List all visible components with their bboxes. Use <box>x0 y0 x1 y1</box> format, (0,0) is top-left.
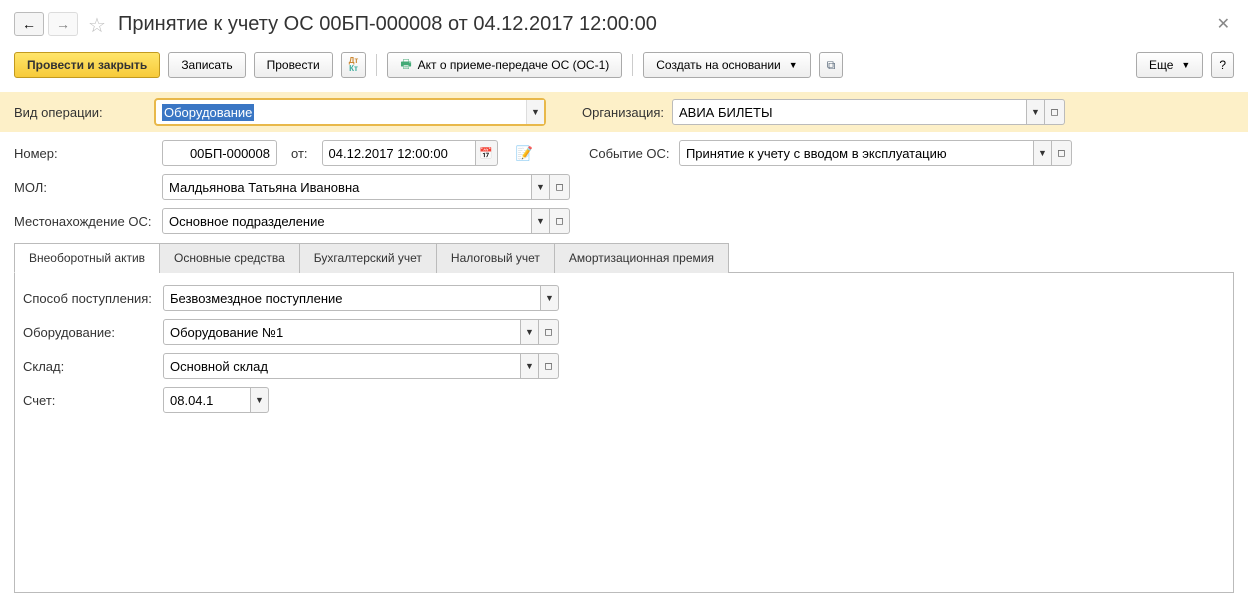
post-and-close-button[interactable]: Провести и закрыть <box>14 52 160 78</box>
dropdown-icon[interactable]: ▼ <box>532 174 550 200</box>
event-input[interactable] <box>679 140 1034 166</box>
warehouse-label: Склад: <box>23 359 155 374</box>
receipt-method-row: Способ поступления: ▼ <box>23 285 1225 311</box>
equipment-input[interactable] <box>163 319 521 345</box>
help-button[interactable]: ? <box>1211 52 1234 78</box>
location-label: Местонахождение ОС: <box>14 214 154 229</box>
open-icon[interactable]: ◻ <box>539 319 559 345</box>
nav-forward-button[interactable]: → <box>48 12 78 36</box>
org-input[interactable] <box>672 99 1027 125</box>
mol-label: МОЛ: <box>14 180 154 195</box>
number-field <box>162 140 277 166</box>
tab-fixed-assets[interactable]: Основные средства <box>159 243 300 273</box>
number-date-row: Номер: от: 📅 📝 Событие ОС: ▼ ◻ <box>14 140 1234 166</box>
open-icon[interactable]: ◻ <box>550 174 570 200</box>
warehouse-field: ▼ ◻ <box>163 353 559 379</box>
operation-type-label: Вид операции: <box>14 105 154 120</box>
chevron-down-icon: ▼ <box>789 60 798 70</box>
tab-noncurrent-asset[interactable]: Внеоборотный актив <box>14 243 160 273</box>
open-icon[interactable]: ◻ <box>550 208 570 234</box>
post-button[interactable]: Провести <box>254 52 333 78</box>
tab-depreciation-bonus[interactable]: Амортизационная премия <box>554 243 729 273</box>
account-row: Счет: ▼ <box>23 387 1225 413</box>
save-button[interactable]: Записать <box>168 52 245 78</box>
dropdown-icon[interactable]: ▼ <box>532 208 550 234</box>
operation-type-row: Вид операции: Оборудование ▼ Организация… <box>0 92 1248 132</box>
mol-input[interactable] <box>162 174 532 200</box>
tab-strip: Внеоборотный актив Основные средства Бух… <box>14 242 1234 273</box>
mol-row: МОЛ: ▼ ◻ <box>14 174 1234 200</box>
from-label: от: <box>291 146 308 161</box>
account-input[interactable] <box>163 387 251 413</box>
structure-icon: ⧉ <box>827 58 836 73</box>
event-field: ▼ ◻ <box>679 140 1072 166</box>
chevron-down-icon: ▼ <box>1181 60 1190 70</box>
date-field: 📅 <box>322 140 498 166</box>
account-field: ▼ <box>163 387 269 413</box>
dropdown-icon[interactable]: ▼ <box>1027 99 1045 125</box>
nav-back-button[interactable]: ← <box>14 12 44 36</box>
open-icon[interactable]: ◻ <box>539 353 559 379</box>
more-button[interactable]: Еще ▼ <box>1136 52 1203 78</box>
tab-tax[interactable]: Налоговый учет <box>436 243 555 273</box>
receipt-method-field: ▼ <box>163 285 559 311</box>
dropdown-icon[interactable]: ▼ <box>1034 140 1052 166</box>
event-label: Событие ОС: <box>589 146 671 161</box>
open-icon[interactable]: ◻ <box>1045 99 1065 125</box>
location-row: Местонахождение ОС: ▼ ◻ <box>14 208 1234 234</box>
favorite-star-icon[interactable]: ☆ <box>88 13 110 35</box>
receipt-method-input[interactable] <box>163 285 541 311</box>
tab-accounting[interactable]: Бухгалтерский учет <box>299 243 437 273</box>
print-act-button[interactable]: 🖶 Акт о приеме-передаче ОС (ОС-1) <box>387 52 622 78</box>
location-field: ▼ ◻ <box>162 208 570 234</box>
dropdown-icon[interactable]: ▼ <box>541 285 559 311</box>
create-based-on-button[interactable]: Создать на основании ▼ <box>643 52 810 78</box>
date-input[interactable] <box>322 140 476 166</box>
org-label: Организация: <box>582 105 664 120</box>
toolbar: Провести и закрыть Записать Провести ДтК… <box>0 46 1248 92</box>
dropdown-icon[interactable]: ▼ <box>521 353 539 379</box>
more-label: Еще <box>1149 58 1173 72</box>
close-icon[interactable]: ✕ <box>1213 10 1234 38</box>
dropdown-icon[interactable]: ▼ <box>526 100 544 124</box>
warehouse-input[interactable] <box>163 353 521 379</box>
location-input[interactable] <box>162 208 532 234</box>
operation-type-field: Оборудование ▼ <box>154 98 546 126</box>
org-field: ▼ ◻ <box>672 99 1065 125</box>
equipment-row: Оборудование: ▼ ◻ <box>23 319 1225 345</box>
separator <box>632 54 633 76</box>
warehouse-row: Склад: ▼ ◻ <box>23 353 1225 379</box>
equipment-field: ▼ ◻ <box>163 319 559 345</box>
printer-icon: 🖶 <box>400 55 411 76</box>
receipt-method-label: Способ поступления: <box>23 291 155 306</box>
print-act-label: Акт о приеме-передаче ОС (ОС-1) <box>418 58 610 72</box>
operation-type-input[interactable]: Оборудование <box>156 100 526 124</box>
calendar-edit-icon[interactable]: 📝 <box>516 145 533 162</box>
page-title: Принятие к учету ОС 00БП-000008 от 04.12… <box>118 13 1213 36</box>
open-icon[interactable]: ◻ <box>1052 140 1072 166</box>
create-based-label: Создать на основании <box>656 58 781 72</box>
account-label: Счет: <box>23 393 155 408</box>
calendar-icon[interactable]: 📅 <box>476 140 498 166</box>
header-bar: ← → ☆ Принятие к учету ОС 00БП-000008 от… <box>0 0 1248 46</box>
separator <box>376 54 377 76</box>
tab-content: Способ поступления: ▼ Оборудование: ▼ ◻ … <box>14 273 1234 593</box>
structure-button[interactable]: ⧉ <box>819 52 844 78</box>
equipment-label: Оборудование: <box>23 325 155 340</box>
dropdown-icon[interactable]: ▼ <box>521 319 539 345</box>
mol-field: ▼ ◻ <box>162 174 570 200</box>
dropdown-icon[interactable]: ▼ <box>251 387 269 413</box>
number-label: Номер: <box>14 146 154 161</box>
number-input[interactable] <box>162 140 277 166</box>
dt-kt-button[interactable]: ДтКт <box>341 52 367 78</box>
